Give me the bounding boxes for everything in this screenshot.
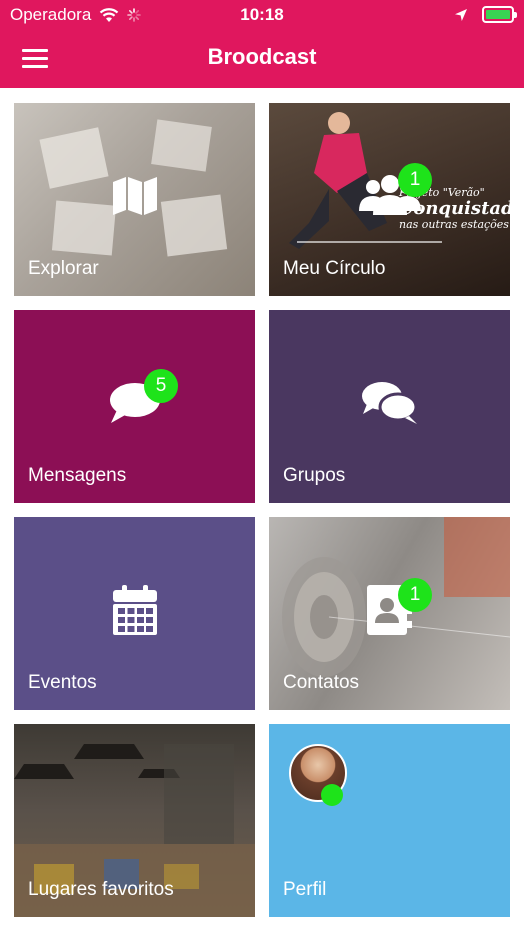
tile-explorar[interactable]: Explorar (14, 103, 255, 296)
tile-label: Perfil (283, 879, 327, 900)
tiles-grid: Explorar Projeto "Verão" Conquistado nas… (14, 103, 510, 917)
notification-badge: 1 (398, 578, 432, 612)
tile-label: Eventos (28, 672, 97, 693)
tile-lugares-favoritos[interactable]: Lugares favoritos (14, 724, 255, 917)
tile-grupos[interactable]: Grupos (269, 310, 510, 503)
battery-icon (482, 6, 517, 23)
tile-meu-circulo[interactable]: Projeto "Verão" Conquistado nas outras e… (269, 103, 510, 296)
page-title: Broodcast (207, 44, 317, 69)
tile-perfil[interactable]: Perfil (269, 724, 510, 917)
tile-label: Explorar (28, 258, 99, 279)
tile-label: Grupos (283, 465, 346, 486)
chat-bubbles-icon (361, 381, 417, 424)
tile-mensagens[interactable]: 5 Mensagens (14, 310, 255, 503)
location-arrow-icon (455, 8, 467, 21)
tile-eventos[interactable]: Eventos (14, 517, 255, 710)
tile-label: Mensagens (28, 465, 127, 486)
map-icon (112, 176, 157, 215)
tile-label: Contatos (283, 672, 360, 693)
battery-level (486, 10, 510, 19)
status-bar-right (454, 6, 517, 23)
notification-badge: 5 (144, 369, 178, 403)
notification-badge: 1 (398, 163, 432, 197)
nav-bar: Broodcast (0, 30, 524, 88)
status-bar: Operadora 10:18 (0, 0, 524, 30)
tile-contatos[interactable]: 1 Contatos (269, 517, 510, 710)
status-bar-time: 10:18 (240, 5, 284, 24)
tile-label: Meu Círculo (283, 258, 386, 279)
online-status-dot (321, 784, 343, 806)
tile-label: Lugares favoritos (28, 879, 174, 900)
calendar-icon (112, 584, 157, 635)
divider-line (297, 241, 442, 243)
